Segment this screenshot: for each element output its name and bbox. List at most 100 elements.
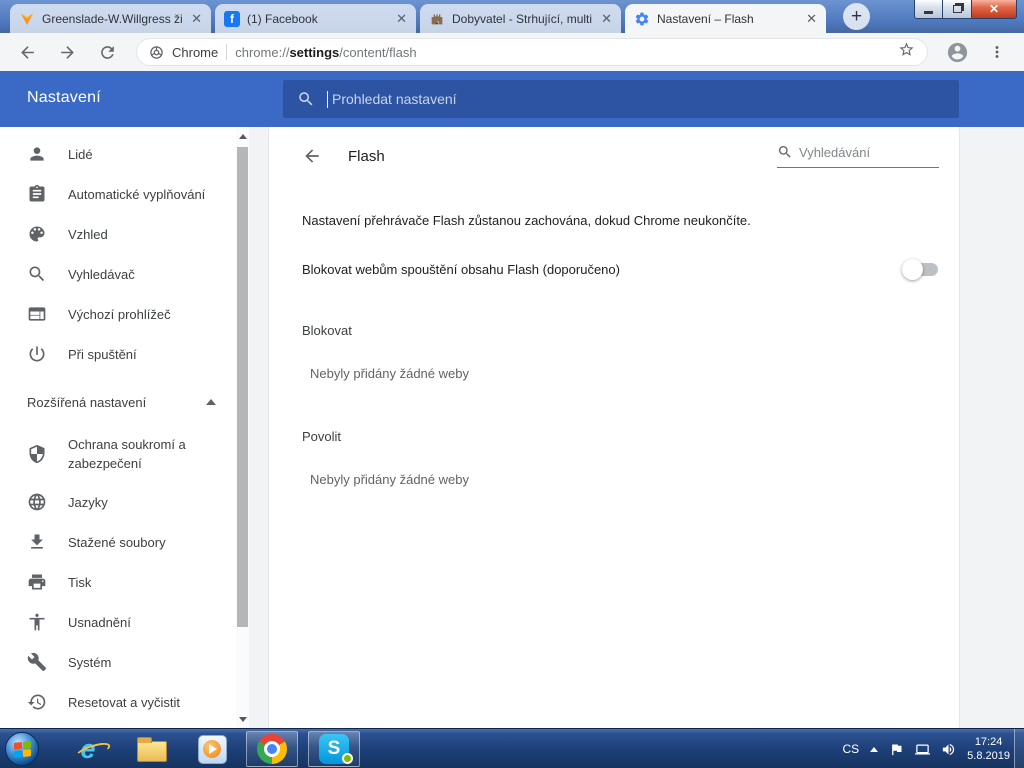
scroll-down-button[interactable] [236, 712, 249, 726]
tab-facebook[interactable]: f (1) Facebook ✕ [215, 4, 416, 33]
sidebar-item-search-engine[interactable]: Vyhledávač [0, 254, 236, 294]
taskbar-file-explorer[interactable] [126, 731, 178, 767]
omnibox-badge: Chrome [172, 44, 219, 60]
sidebar-item-appearance[interactable]: Vzhled [0, 214, 236, 254]
start-button[interactable] [5, 732, 39, 766]
accessibility-icon [29, 613, 45, 631]
settings-sidebar: Lidé Automatické vyplňování Vzhled Vyhle… [0, 127, 236, 728]
omnibox-separator [226, 44, 228, 60]
browser-toolbar: Chrome chrome://settings/content/flash [0, 33, 1024, 71]
minimize-button[interactable] [914, 0, 943, 19]
triangle-down-icon [238, 716, 247, 722]
page-scrollbar[interactable] [236, 127, 249, 728]
sidebar-advanced-toggle[interactable]: Rozšířená nastavení [0, 382, 236, 422]
page-background [960, 127, 1024, 728]
page-title: Flash [348, 147, 385, 165]
sidebar-item-system[interactable]: Systém [0, 642, 236, 682]
system-tray: CS 17:24 5.8.2019 [843, 729, 1011, 768]
power-icon [29, 346, 45, 362]
bookmark-star-button[interactable] [898, 41, 915, 63]
close-tab-icon[interactable]: ✕ [806, 12, 817, 25]
facebook-icon: f [224, 10, 240, 27]
toggle-knob [902, 259, 923, 280]
tab-title: Nastavení – Flash [657, 11, 754, 26]
search-icon [299, 92, 313, 106]
tab-greenslade[interactable]: Greenslade-W.Willgress ži ✕ [10, 4, 211, 33]
flash-description: Nastavení přehrávače Flash zůstanou zach… [302, 213, 751, 228]
close-tab-icon[interactable]: ✕ [601, 12, 612, 25]
sidebar-item-reset[interactable]: Resetovat a vyčistit [0, 682, 236, 722]
reload-button[interactable] [90, 38, 124, 66]
taskbar-skype[interactable]: S [308, 731, 360, 767]
settings-search-placeholder: Prohledat nastavení [332, 91, 457, 107]
person-icon [30, 147, 44, 161]
omnibox-url: chrome://settings/content/flash [235, 44, 417, 60]
magnifier-icon [29, 266, 45, 282]
browser-menu-button[interactable] [980, 38, 1014, 66]
chevron-up-icon [206, 399, 216, 405]
scrollbar-thumb[interactable] [237, 147, 248, 627]
windows-taskbar: e S CS 17:24 5.8.2019 [0, 728, 1024, 768]
sidebar-item-downloads[interactable]: Stažené soubory [0, 522, 236, 562]
forward-icon [60, 45, 74, 59]
tab-settings-flash[interactable]: Nastavení – Flash ✕ [625, 4, 826, 33]
sidebar-item-accessibility[interactable]: Usnadnění [0, 602, 236, 642]
profile-avatar-button[interactable] [940, 38, 974, 66]
close-window-button[interactable]: ✕ [971, 0, 1017, 19]
tab-strip: Greenslade-W.Willgress ži ✕ f (1) Facebo… [10, 4, 830, 33]
download-icon [31, 534, 43, 549]
taskbar-chrome[interactable] [246, 731, 298, 767]
flash-block-toggle-row: Blokovat webům spouštění obsahu Flash (d… [302, 259, 938, 280]
hidden-icons-button[interactable] [870, 746, 879, 752]
taskbar-clock[interactable]: 17:24 5.8.2019 [967, 735, 1010, 763]
chrome-badge-icon [150, 45, 163, 59]
sidebar-item-languages[interactable]: Jazyky [0, 482, 236, 522]
folder-icon [137, 736, 167, 762]
maximize-button[interactable] [943, 0, 971, 19]
back-button[interactable] [10, 38, 44, 66]
media-player-icon [197, 734, 227, 764]
show-desktop-button[interactable] [1014, 729, 1024, 768]
globe-icon [28, 493, 46, 511]
card-header: Flash Vyhledávání [269, 127, 959, 185]
tab-dobyvatel[interactable]: Dobyvatel - Strhující, multi ✕ [420, 4, 621, 33]
block-empty-state: Nebyly přidány žádné weby [310, 366, 469, 381]
settings-title: Nastavení [27, 89, 101, 106]
network-icon[interactable] [915, 742, 931, 757]
close-tab-icon[interactable]: ✕ [396, 12, 407, 25]
sidebar-item-people[interactable]: Lidé [0, 134, 236, 174]
flash-block-toggle[interactable] [902, 259, 938, 280]
taskbar-internet-explorer[interactable]: e [62, 731, 114, 767]
settings-gear-icon [635, 12, 649, 25]
skype-presence-dot [342, 753, 353, 764]
sidebar-item-autofill[interactable]: Automatické vyplňování [0, 174, 236, 214]
sidebar-item-privacy[interactable]: Ochrana soukromí a zabezpečení [0, 426, 236, 482]
chrome-icon [257, 734, 287, 764]
scroll-up-button[interactable] [236, 129, 249, 143]
back-to-content-button[interactable] [302, 146, 322, 166]
avatar-icon [947, 42, 967, 62]
language-indicator[interactable]: CS [843, 742, 860, 756]
close-tab-icon[interactable]: ✕ [191, 12, 202, 25]
site-search-input[interactable]: Vyhledávání [777, 144, 939, 168]
settings-page: Lidé Automatické vyplňování Vzhled Vyhle… [0, 127, 1024, 728]
sidebar-item-printing[interactable]: Tisk [0, 562, 236, 602]
screen: Greenslade-W.Willgress ži ✕ f (1) Facebo… [0, 0, 1024, 768]
site-search-placeholder: Vyhledávání [799, 144, 871, 160]
action-center-flag-icon[interactable] [889, 742, 904, 757]
address-bar[interactable]: Chrome chrome://settings/content/flash [136, 38, 928, 66]
taskbar-media-player[interactable] [186, 731, 238, 767]
sidebar-item-startup[interactable]: Při spuštění [0, 334, 236, 374]
history-icon [27, 694, 46, 710]
forward-button[interactable] [50, 38, 84, 66]
search-icon [779, 146, 791, 158]
volume-icon[interactable] [941, 742, 956, 757]
new-tab-button[interactable]: + [843, 3, 870, 30]
wrench-icon [27, 652, 47, 672]
printer-icon [28, 574, 46, 590]
text-cursor [327, 90, 328, 108]
settings-header: Nastavení Prohledat nastavení [0, 71, 1024, 127]
tab-title: Greenslade-W.Willgress ži [42, 11, 183, 26]
settings-search-input[interactable]: Prohledat nastavení [283, 80, 959, 118]
sidebar-item-default-browser[interactable]: Výchozí prohlížeč [0, 294, 236, 334]
